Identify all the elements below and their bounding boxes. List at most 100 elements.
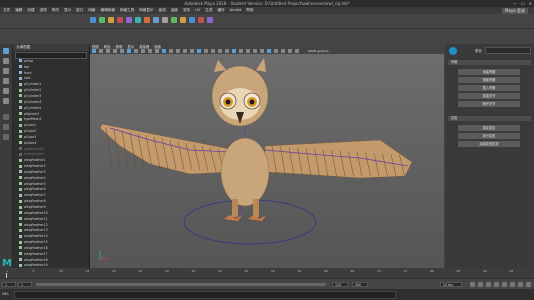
- menu-item[interactable]: 网格工具: [120, 8, 134, 13]
- shelf-tool-icon[interactable]: [99, 17, 105, 23]
- playback-control-icon[interactable]: [502, 282, 507, 287]
- shelf-tool-icon[interactable]: [207, 17, 213, 23]
- menu-item[interactable]: UV: [195, 8, 200, 13]
- viewport-option-icon[interactable]: [197, 49, 201, 53]
- minimize-button[interactable]: —: [513, 1, 517, 6]
- viewport-option-icon[interactable]: [211, 49, 215, 53]
- menu-item[interactable]: 选择: [40, 8, 47, 13]
- shelf-tool-icon[interactable]: [171, 17, 177, 23]
- shelf-tool-icon[interactable]: [198, 17, 204, 23]
- panel-button[interactable]: 创建骨骼: [458, 69, 520, 75]
- shelf-tool-icon[interactable]: [135, 17, 141, 23]
- layout-single-icon[interactable]: [3, 114, 9, 120]
- panel-button[interactable]: 绑定蒙皮: [458, 125, 520, 131]
- panel-button[interactable]: 断开关节: [458, 101, 520, 107]
- viewport-option-icon[interactable]: [162, 49, 166, 53]
- panel-button[interactable]: 绘制蒙皮权重: [458, 141, 520, 147]
- viewport-option-icon[interactable]: [253, 49, 257, 53]
- shelf-tool-icon[interactable]: [108, 17, 114, 23]
- menu-item[interactable]: 曲线: [159, 8, 166, 13]
- menu-item[interactable]: 编辑: [15, 8, 22, 13]
- range-start-field[interactable]: 1: [18, 282, 32, 287]
- shelf-tool-icon[interactable]: [117, 17, 123, 23]
- playback-control-icon[interactable]: [478, 282, 483, 287]
- viewport-option-icon[interactable]: [288, 49, 292, 53]
- shelf-tool-icon[interactable]: [90, 17, 96, 23]
- layout-two-icon[interactable]: [3, 134, 9, 140]
- lasso-tool-icon[interactable]: [3, 58, 9, 64]
- range-end-field[interactable]: 120: [332, 282, 348, 287]
- viewport-option-icon[interactable]: [267, 49, 271, 53]
- playback-control-icon[interactable]: [510, 282, 515, 287]
- menu-item[interactable]: 显示: [64, 8, 71, 13]
- panel-button[interactable]: 连接关节: [458, 93, 520, 99]
- menu-item[interactable]: 修改: [52, 8, 59, 13]
- menu-item[interactable]: 网格显示: [139, 8, 153, 13]
- layout-four-icon[interactable]: [3, 124, 9, 130]
- panel-button[interactable]: 拆分蒙皮: [458, 133, 520, 139]
- menu-item[interactable]: 编辑网格: [101, 8, 115, 13]
- viewport-option-icon[interactable]: [155, 49, 159, 53]
- playback-control-icon[interactable]: [526, 282, 531, 287]
- paint-select-icon[interactable]: [3, 68, 9, 74]
- menu-item[interactable]: 创建: [27, 8, 34, 13]
- viewport-option-icon[interactable]: [127, 49, 131, 53]
- rotate-tool-icon[interactable]: [3, 88, 9, 94]
- viewport-option-icon[interactable]: [239, 49, 243, 53]
- viewport-option-icon[interactable]: [169, 49, 173, 53]
- viewport-option-icon[interactable]: [281, 49, 285, 53]
- section-skin[interactable]: 蒙皮: [448, 116, 531, 121]
- time-slider[interactable]: 1 5 10 15 20 25 30 35 40 45 50 55 60 65 70 75 80 85 90 95: [0, 268, 534, 278]
- viewport-option-icon[interactable]: [225, 49, 229, 53]
- viewport-option-icon[interactable]: [106, 49, 110, 53]
- viewport-option-icon[interactable]: [218, 49, 222, 53]
- viewport-option-icon[interactable]: [134, 49, 138, 53]
- menu-item[interactable]: 窗口: [76, 8, 83, 13]
- move-tool-icon[interactable]: [3, 78, 9, 84]
- select-tool-icon[interactable]: [3, 48, 9, 54]
- command-input[interactable]: [14, 291, 396, 299]
- viewport-option-icon[interactable]: [190, 49, 194, 53]
- panel-button[interactable]: 插入骨骼: [458, 85, 520, 91]
- viewport-option-icon[interactable]: [183, 49, 187, 53]
- maximize-button[interactable]: ☐: [521, 1, 525, 6]
- menu-item[interactable]: 帮助: [246, 8, 253, 13]
- viewport-option-icon[interactable]: [295, 49, 299, 53]
- viewport-option-icon[interactable]: [148, 49, 152, 53]
- range-bar[interactable]: [36, 283, 326, 286]
- end-frame-field[interactable]: 200: [352, 282, 368, 287]
- start-frame-field[interactable]: 1: [2, 282, 16, 287]
- fps-dropdown[interactable]: 24 fps: [440, 282, 462, 287]
- playback-control-icon[interactable]: [494, 282, 499, 287]
- shelf-tool-icon[interactable]: [189, 17, 195, 23]
- viewport-option-icon[interactable]: [113, 49, 117, 53]
- menu-item[interactable]: 曲面: [171, 8, 178, 13]
- panel-dropdown[interactable]: [485, 47, 531, 54]
- shelf-tool-icon[interactable]: [126, 17, 132, 23]
- viewport-option-icon[interactable]: [260, 49, 264, 53]
- viewport-option-icon[interactable]: [92, 49, 96, 53]
- playback-control-icon[interactable]: [470, 282, 475, 287]
- viewport-option-icon[interactable]: [232, 49, 236, 53]
- menu-item[interactable]: 文件: [3, 8, 10, 13]
- playback-control-icon[interactable]: [518, 282, 523, 287]
- viewport-option-icon[interactable]: [176, 49, 180, 53]
- menu-item[interactable]: 变形: [183, 8, 190, 13]
- section-skeleton[interactable]: 骨骼: [448, 60, 531, 65]
- viewport-option-icon[interactable]: [99, 49, 103, 53]
- viewport-option-icon[interactable]: [204, 49, 208, 53]
- viewport-option-icon[interactable]: [120, 49, 124, 53]
- viewport[interactable]: persp: [90, 54, 444, 268]
- menu-item[interactable]: 生成: [205, 8, 212, 13]
- scale-tool-icon[interactable]: [3, 98, 9, 104]
- shelf-tool-icon[interactable]: [144, 17, 150, 23]
- menu-item[interactable]: Arnold: [230, 8, 242, 13]
- panel-button[interactable]: 镜像骨骼: [458, 77, 520, 83]
- viewport-option-icon[interactable]: [141, 49, 145, 53]
- close-button[interactable]: ✕: [529, 1, 532, 6]
- shelf-tool-icon[interactable]: [180, 17, 186, 23]
- menu-item[interactable]: 缓存: [217, 8, 224, 13]
- viewport-option-icon[interactable]: [274, 49, 278, 53]
- playback-control-icon[interactable]: [486, 282, 491, 287]
- shelf-tool-icon[interactable]: [162, 17, 168, 23]
